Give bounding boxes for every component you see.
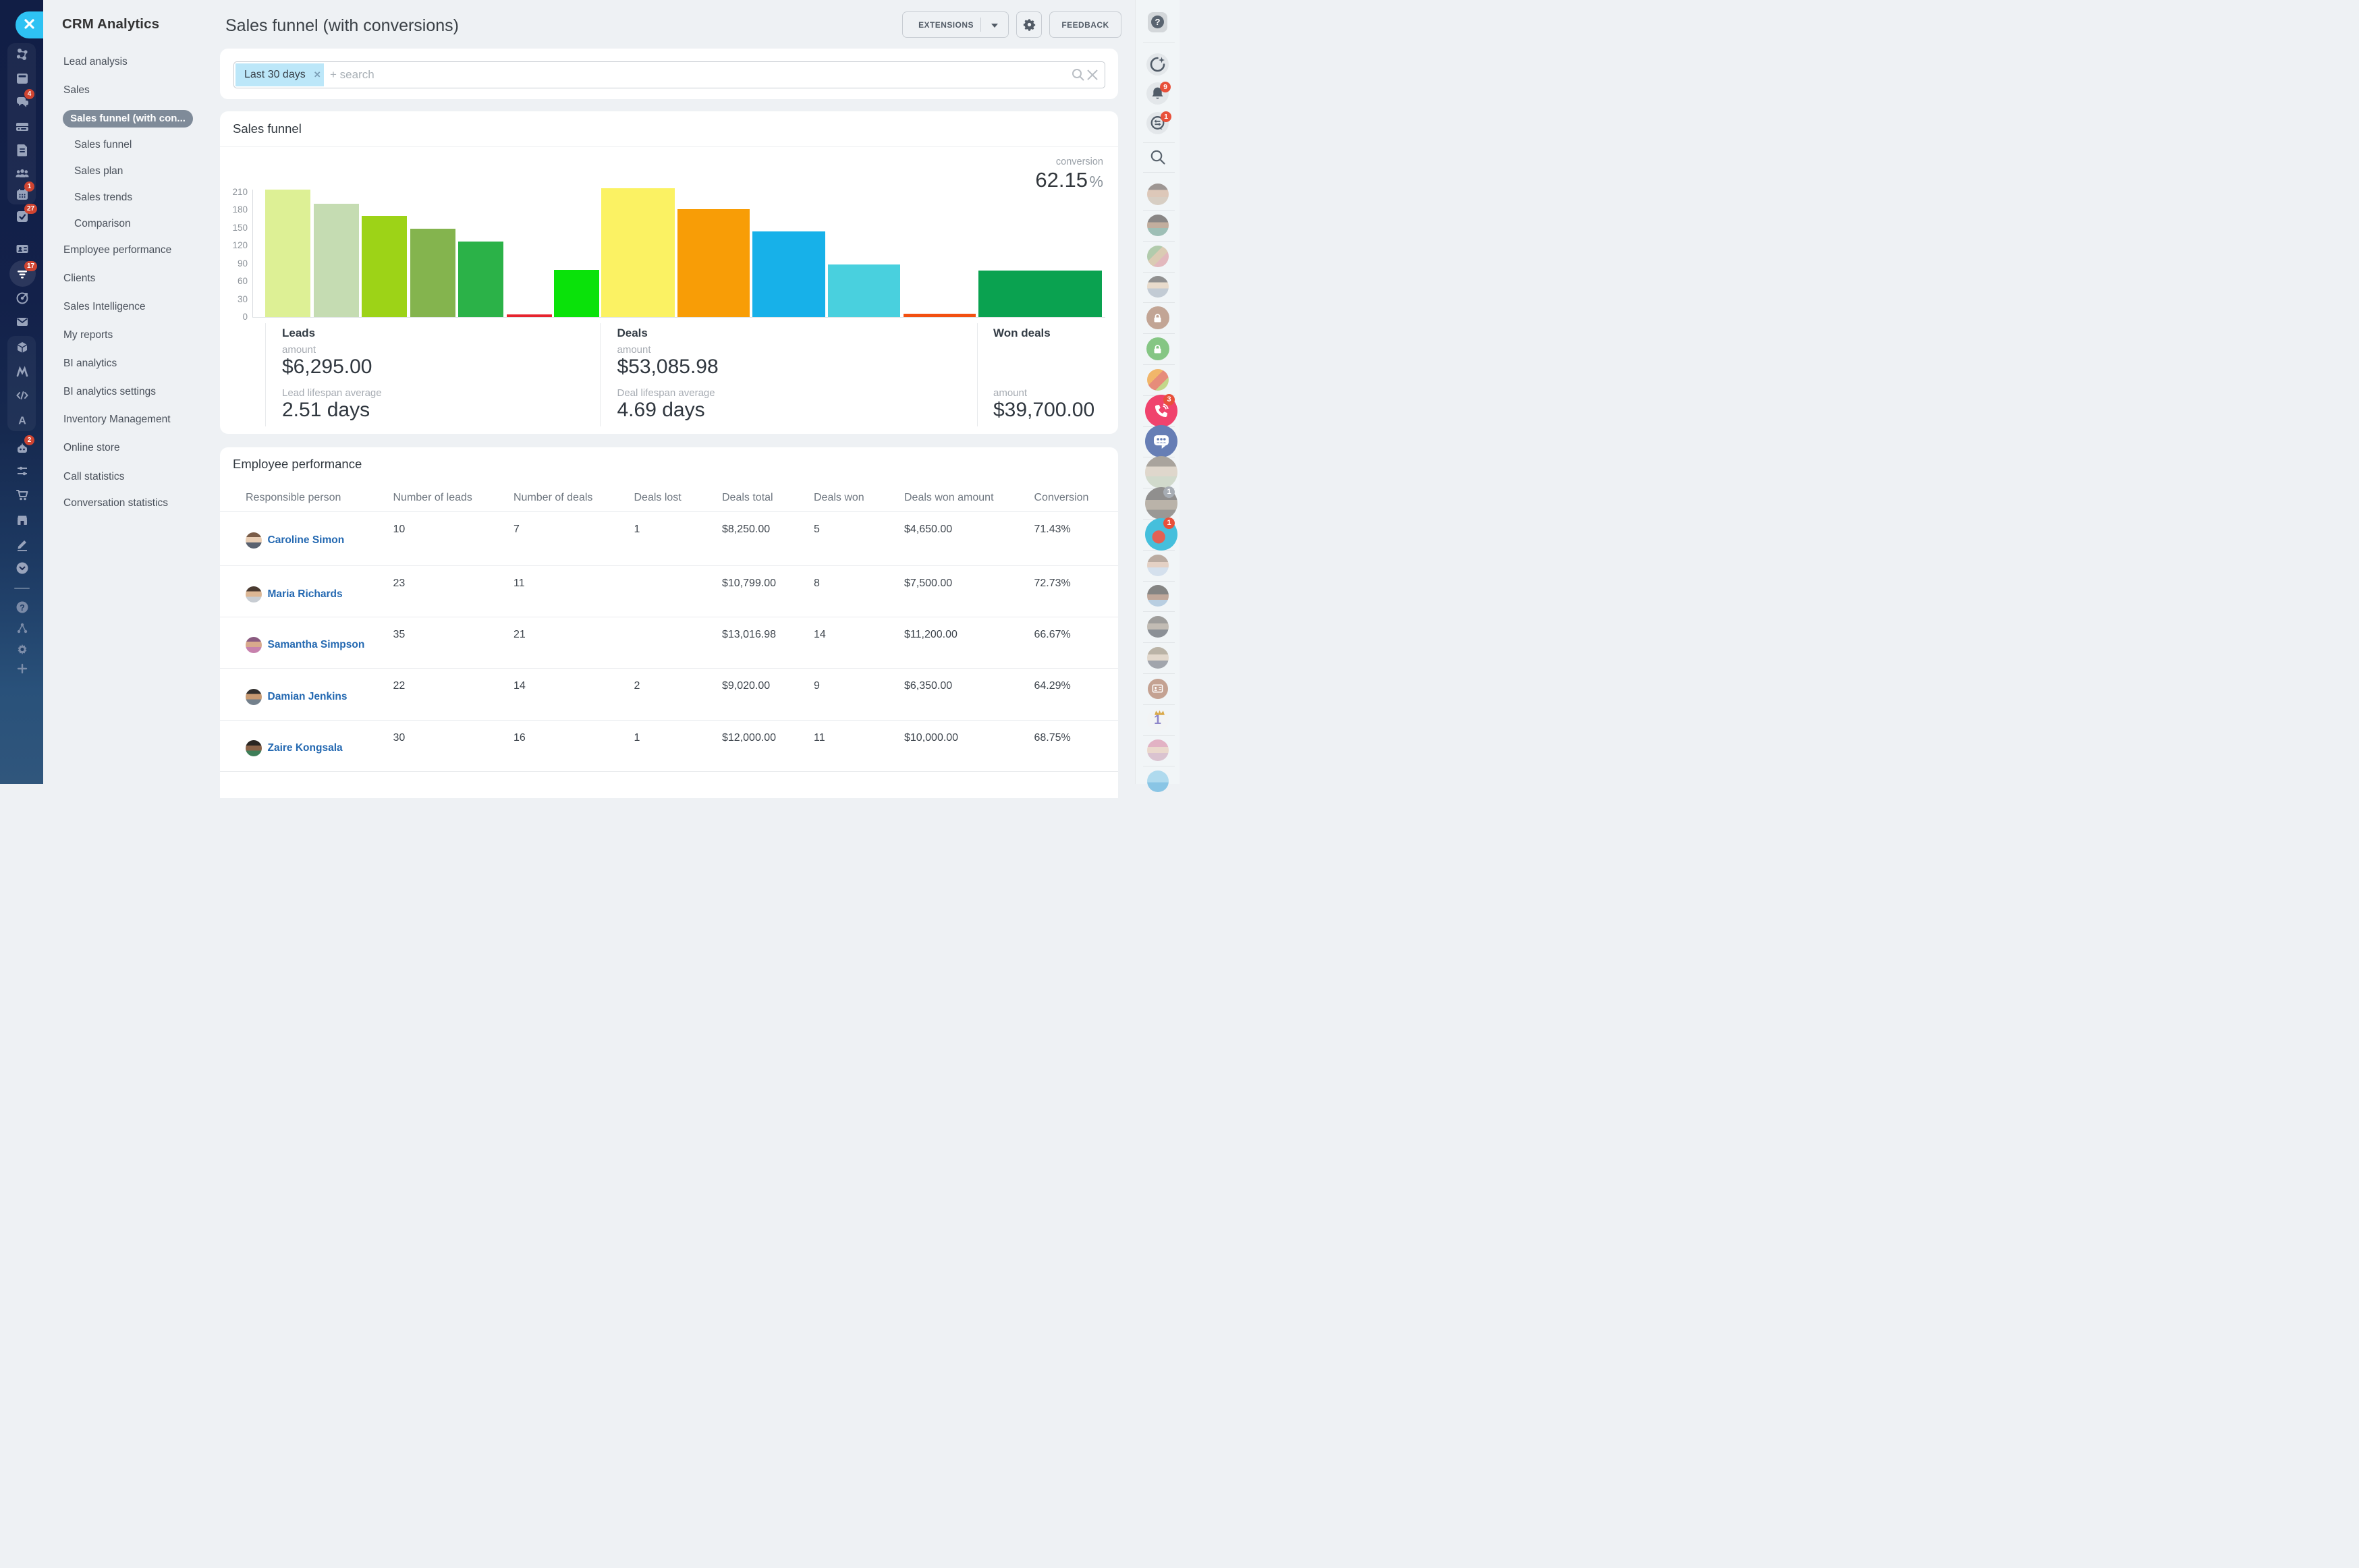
svg-text:?: ?: [20, 603, 25, 613]
svg-text:A: A: [18, 415, 26, 426]
